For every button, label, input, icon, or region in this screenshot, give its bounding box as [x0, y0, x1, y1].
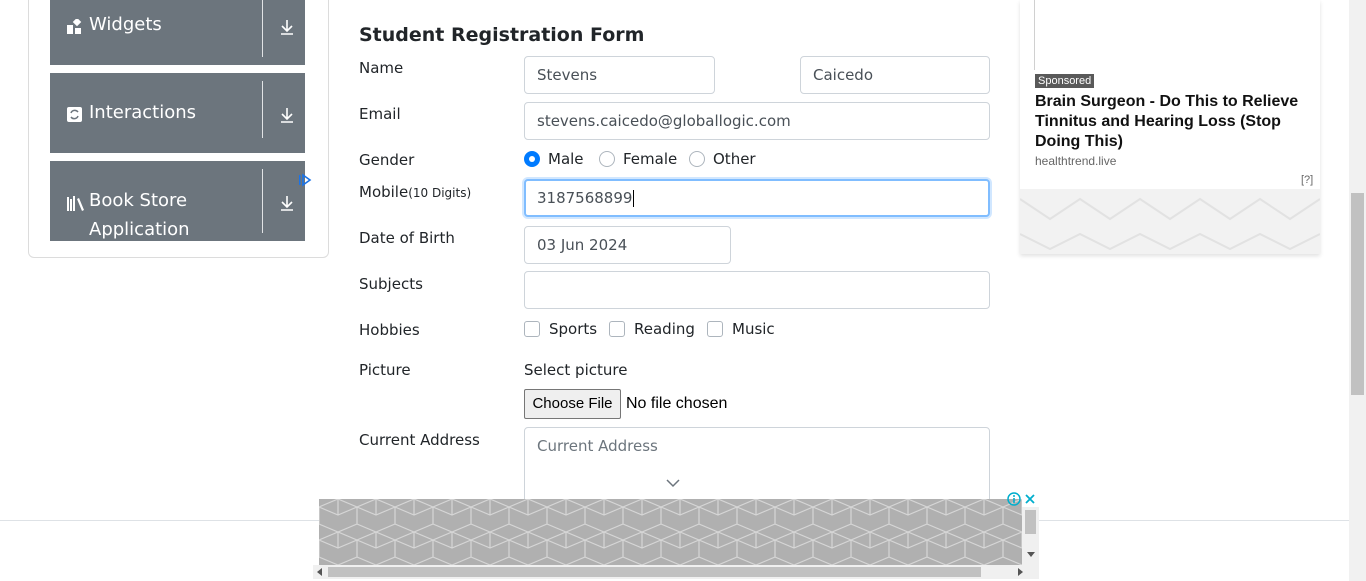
sidebar-group-label: Widgets: [89, 14, 162, 35]
subjects-input[interactable]: [524, 271, 990, 309]
footer-divider: [0, 520, 319, 521]
download-icon[interactable]: [278, 18, 296, 36]
separator: [262, 169, 263, 233]
hobby-label: Music: [732, 320, 775, 338]
adchoices-icon[interactable]: [298, 173, 312, 187]
sidebar-group-widgets[interactable]: Widgets: [50, 0, 305, 65]
mobile-hint: (10 Digits): [408, 186, 472, 200]
ad-controls: [1007, 492, 1037, 506]
gender-option-label: Female: [623, 150, 678, 168]
first-name-input[interactable]: Stevens: [524, 56, 715, 94]
sidebar-group-label-line2: Application: [89, 219, 190, 240]
ad-banner-bottom[interactable]: [319, 499, 1022, 565]
radio-selected[interactable]: [524, 151, 540, 167]
page: Widgets Interactions Book Store Applicat…: [0, 0, 1366, 581]
scroll-right-arrow-icon[interactable]: [1018, 568, 1024, 576]
widgets-icon: [67, 19, 82, 34]
sidebar-group-interactions[interactable]: Interactions: [50, 73, 305, 153]
checkbox[interactable]: [524, 321, 540, 337]
email-input[interactable]: stevens.caicedo@globallogic.com: [524, 102, 990, 140]
dob-label: Date of Birth: [359, 229, 455, 247]
download-icon[interactable]: [278, 106, 296, 124]
ad-info-link[interactable]: [?]: [1301, 174, 1313, 186]
hobby-label: Sports: [549, 320, 598, 338]
hobby-sports-checkbox[interactable]: Sports: [524, 320, 597, 338]
scrollbar-thumb[interactable]: [1025, 510, 1036, 534]
current-address-label: Current Address: [359, 431, 480, 449]
gender-label: Gender: [359, 151, 415, 169]
gender-option-label: Other: [713, 150, 756, 168]
ad-pattern-image: [319, 499, 1022, 565]
select-picture-label: Select picture: [524, 361, 628, 379]
no-file-chosen-text: No file chosen: [626, 395, 728, 412]
sidebar-group-label: Interactions: [89, 102, 197, 123]
scrollbar-thumb[interactable]: [328, 567, 981, 577]
ad-headline[interactable]: Brain Surgeon - Do This to Relieve Tinni…: [1035, 92, 1320, 152]
checkbox[interactable]: [609, 321, 625, 337]
gender-female-option[interactable]: Female: [599, 150, 677, 168]
ad-scrollbar-vertical[interactable]: [1022, 507, 1039, 565]
page-scrollbar-thumb[interactable]: [1351, 193, 1364, 395]
info-icon[interactable]: [1007, 492, 1021, 506]
bookstore-icon: [67, 196, 84, 211]
gender-option-label: Male: [548, 150, 584, 168]
checkbox[interactable]: [707, 321, 723, 337]
mobile-label: Mobile(10 Digits): [359, 183, 471, 201]
footer-divider: [1039, 520, 1349, 521]
gender-other-option[interactable]: Other: [689, 150, 756, 168]
mobile-label-text: Mobile: [359, 183, 409, 201]
close-icon[interactable]: [1023, 492, 1037, 506]
scroll-left-arrow-icon[interactable]: [317, 568, 323, 576]
name-label: Name: [359, 59, 404, 77]
date-of-birth-input[interactable]: 03 Jun 2024: [524, 226, 731, 264]
sidebar-group-label: Book Store: [89, 190, 188, 211]
hobbies-label: Hobbies: [359, 321, 420, 339]
ad-pattern-image: [1020, 189, 1320, 254]
picture-label: Picture: [359, 361, 411, 379]
email-label: Email: [359, 105, 401, 123]
subjects-label: Subjects: [359, 275, 423, 293]
scroll-down-arrow-icon[interactable]: [1027, 552, 1035, 558]
sidebar-group-book-store[interactable]: Book Store Application: [50, 161, 305, 241]
radio[interactable]: [689, 151, 705, 167]
ad-source[interactable]: healthtrend.live: [1035, 154, 1116, 168]
last-name-input[interactable]: Caicedo: [800, 56, 990, 94]
mobile-input[interactable]: 3187568899: [524, 179, 990, 217]
gender-male-option[interactable]: Male: [524, 150, 584, 168]
download-icon[interactable]: [278, 194, 296, 212]
radio[interactable]: [599, 151, 615, 167]
hobby-label: Reading: [634, 320, 695, 338]
mobile-value: 3187568899: [537, 189, 633, 207]
ad-divider: [1034, 0, 1035, 70]
text-caret: [633, 190, 635, 207]
separator: [262, 0, 263, 57]
interactions-icon: [67, 107, 82, 122]
hobby-reading-checkbox[interactable]: Reading: [609, 320, 695, 338]
separator: [262, 81, 263, 138]
ad-banner-right[interactable]: Sponsored Brain Surgeon - Do This to Rel…: [1020, 0, 1320, 254]
choose-file-button[interactable]: Choose File: [524, 389, 621, 419]
hobby-music-checkbox[interactable]: Music: [707, 320, 775, 338]
chevron-down-icon[interactable]: [666, 478, 680, 488]
sponsored-badge: Sponsored: [1035, 74, 1095, 88]
form-title: Student Registration Form: [359, 24, 645, 46]
current-address-placeholder: Current Address: [537, 437, 658, 455]
